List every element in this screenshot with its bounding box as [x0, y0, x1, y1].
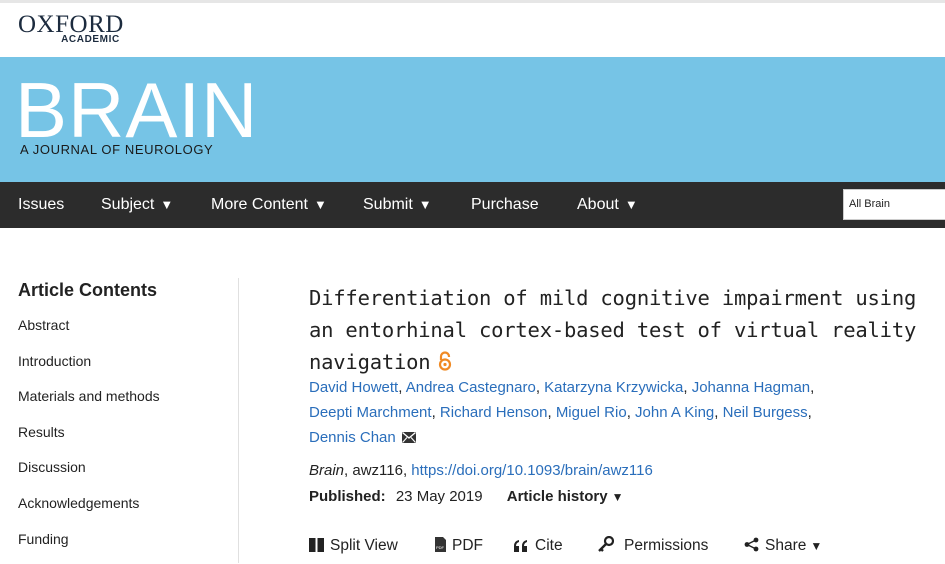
sidebar-item-materials-methods[interactable]: Materials and methods [18, 386, 228, 422]
envelope-icon[interactable] [401, 426, 416, 451]
share-label: Share [765, 537, 807, 554]
article-history-label: Article history [506, 488, 608, 505]
article-contents-sidebar: Article Contents Abstract Introduction M… [18, 280, 228, 564]
article-title: Differentiation of mild cognitive impair… [309, 286, 917, 374]
journal-subtitle: A JOURNAL OF NEUROLOGY [20, 142, 214, 157]
sidebar-divider [238, 278, 239, 563]
sidebar-item-funding[interactable]: Funding [18, 529, 228, 564]
nav-item-label: Subject [101, 196, 155, 213]
author-link[interactable]: Johanna Hagman [692, 379, 810, 396]
pdf-button[interactable]: PDF PDF [435, 535, 483, 557]
permissions-label: Permissions [624, 537, 709, 554]
published-date: 23 May 2019 [395, 488, 483, 505]
main-nav: Issues Subject ▼ More Content ▼ Submit ▼ Pu… [0, 182, 945, 228]
oxford-academic-logo[interactable]: OXFORD ACADEMIC [18, 12, 124, 45]
split-view-label: Split View [330, 537, 398, 554]
author-link[interactable]: David Howett [309, 379, 398, 396]
nav-item-label: About [577, 196, 619, 213]
caret-down-icon: ▼ [418, 197, 432, 212]
caret-down-icon: ▼ [624, 197, 638, 212]
author-link[interactable]: Katarzyna Krzywicka [544, 379, 683, 396]
article-id: , awz116, [344, 462, 412, 479]
permissions-button[interactable]: Permissions [598, 535, 708, 557]
nav-item-subject[interactable]: Subject ▼ [101, 182, 173, 228]
cite-label: Cite [535, 537, 563, 554]
key-icon [598, 535, 615, 552]
caret-down-icon: ▼ [160, 197, 174, 212]
share-icon [744, 537, 759, 552]
author-link[interactable]: Miguel Rio [556, 404, 627, 421]
nav-item-label: Issues [18, 196, 65, 213]
nav-item-issues[interactable]: Issues [18, 182, 64, 228]
split-view-button[interactable]: Split View [309, 535, 398, 557]
svg-text:PDF: PDF [436, 545, 445, 550]
nav-item-label: Purchase [471, 196, 539, 213]
article-title-block: Differentiation of mild cognitive impair… [309, 282, 939, 380]
author-link[interactable]: Deepti Marchment [309, 404, 432, 421]
sidebar-title: Article Contents [18, 280, 158, 300]
citation-line: Brain, awz116, https://doi.org/10.1093/b… [309, 462, 653, 479]
author-link[interactable]: Dennis Chan [309, 429, 396, 446]
author-link[interactable]: Neil Burgess [723, 404, 808, 421]
caret-down-icon: ▼ [611, 490, 624, 504]
search-scope-select[interactable]: All Brain [843, 189, 945, 220]
author-link[interactable]: John A King [635, 404, 714, 421]
nav-item-label: More Content [211, 196, 308, 213]
sidebar-item-abstract[interactable]: Abstract [18, 315, 228, 351]
journal-name: Brain [309, 462, 345, 479]
sidebar-item-introduction[interactable]: Introduction [18, 351, 228, 387]
top-border [0, 0, 945, 3]
author-link[interactable]: Richard Henson [440, 404, 548, 421]
nav-item-purchase[interactable]: Purchase [471, 182, 539, 228]
split-view-icon [309, 538, 324, 552]
pdf-icon: PDF [435, 537, 446, 552]
quote-icon [514, 540, 527, 552]
sidebar-item-results[interactable]: Results [18, 422, 228, 458]
nav-item-label: Submit [363, 196, 413, 213]
share-button[interactable]: Share ▼ [744, 535, 822, 557]
sidebar-item-discussion[interactable]: Discussion [18, 457, 228, 493]
cite-button[interactable]: Cite [513, 535, 563, 557]
pdf-label: PDF [452, 537, 483, 554]
caret-down-icon: ▼ [810, 539, 823, 553]
article-history-toggle[interactable]: Article history ▼ [507, 488, 624, 505]
sidebar-item-acknowledgements[interactable]: Acknowledgements [18, 493, 228, 529]
published-label: Published: [309, 488, 386, 505]
nav-item-more-content[interactable]: More Content ▼ [211, 182, 327, 228]
author-list: David Howett, Andrea Castegnaro, Katarzy… [309, 375, 929, 451]
author-link[interactable]: Andrea Castegnaro [406, 379, 536, 396]
journal-title[interactable]: BRAIN [15, 71, 258, 149]
publication-info: Published: 23 May 2019 Article history ▼ [309, 488, 624, 505]
nav-item-about[interactable]: About ▼ [577, 182, 638, 228]
nav-item-submit[interactable]: Submit ▼ [363, 182, 432, 228]
journal-banner: BRAIN A JOURNAL OF NEUROLOGY [0, 57, 945, 182]
caret-down-icon: ▼ [313, 197, 327, 212]
doi-link[interactable]: https://doi.org/10.1093/brain/awz116 [411, 462, 653, 479]
